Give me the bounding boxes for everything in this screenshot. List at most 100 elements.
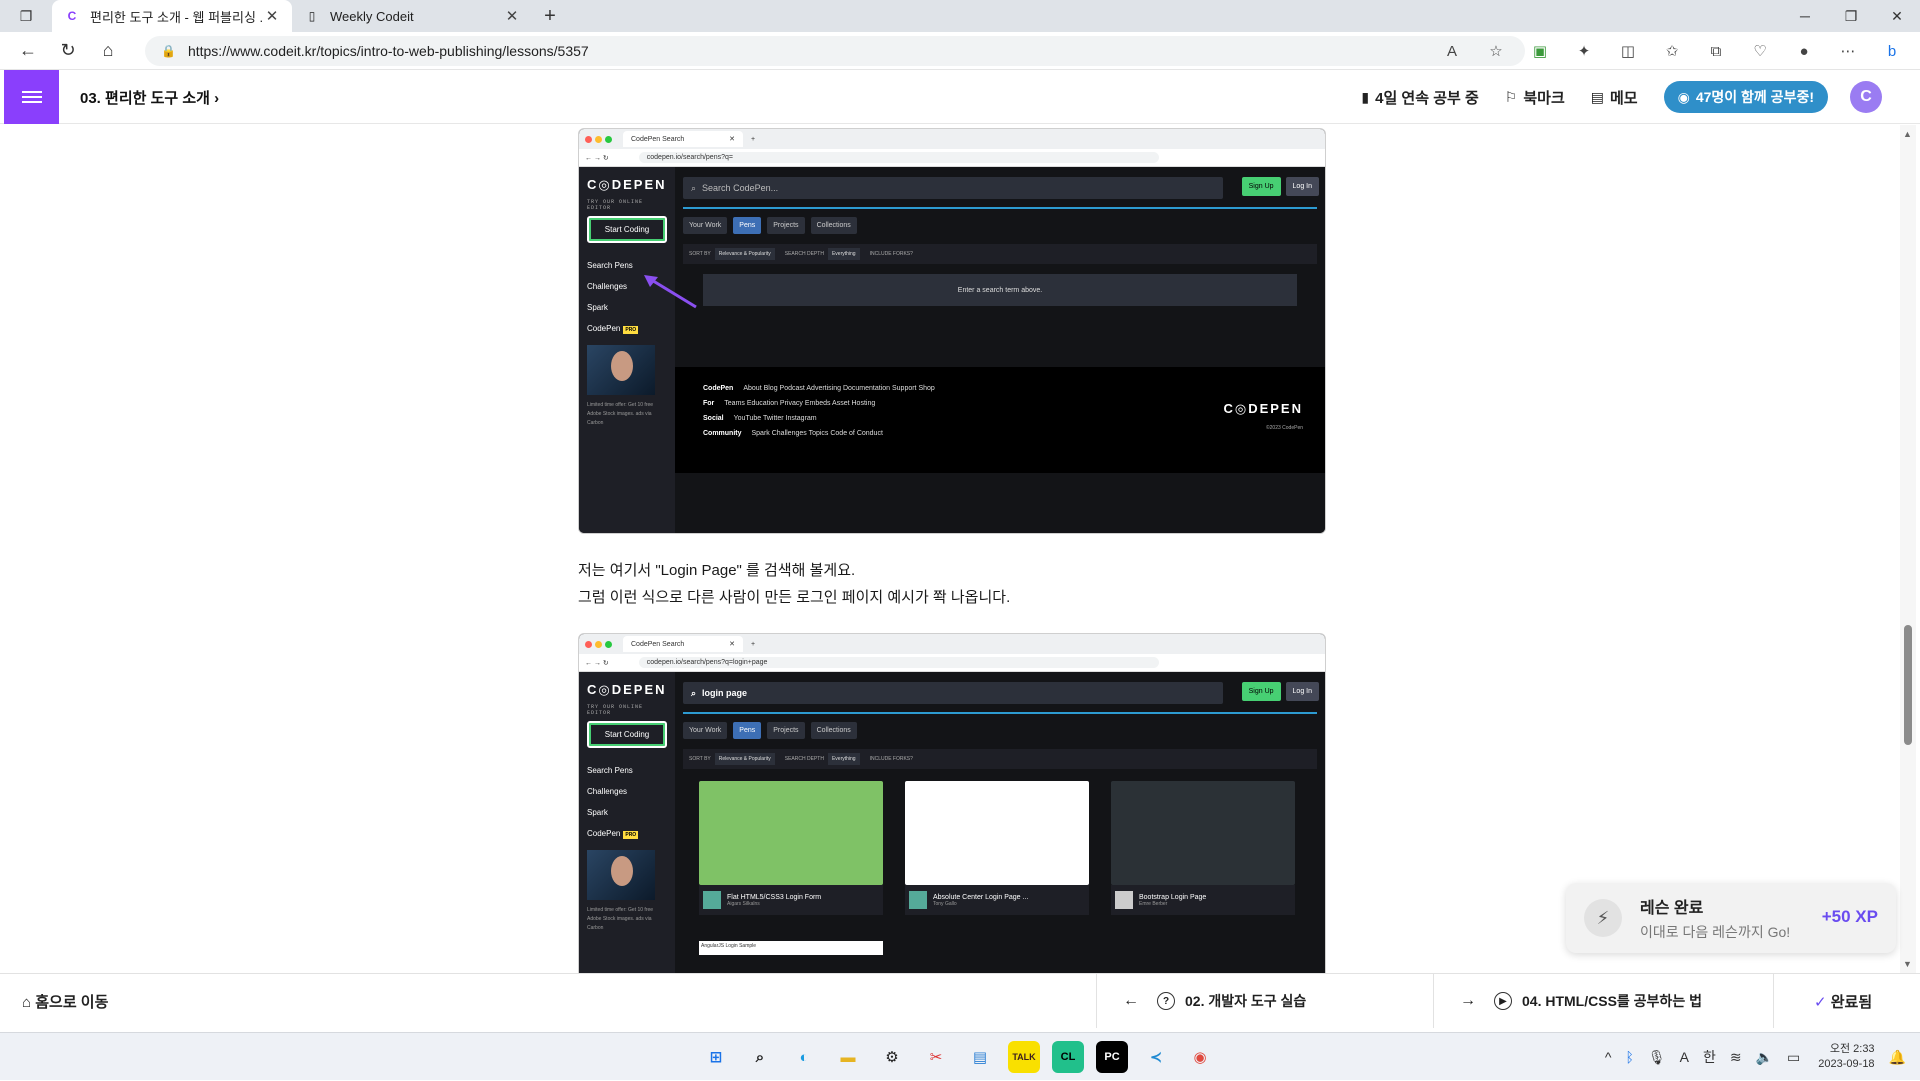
read-aloud-icon[interactable]: A (1430, 43, 1474, 60)
sort-select: Relevance & Popularity (714, 753, 775, 765)
login-button: Log In (1285, 177, 1319, 196)
puzzle-icon[interactable]: ✦ (1562, 42, 1606, 60)
menu-button[interactable] (4, 70, 59, 124)
signup-button: Sign Up (1241, 682, 1281, 701)
footer-for: For (703, 400, 715, 407)
bing-icon[interactable]: b (1870, 43, 1914, 60)
prev-lesson-button[interactable]: ← ? 02. 개발자 도구 실습 (1096, 974, 1434, 1028)
windows-taskbar: ⊞ ⌕ ◐ ▬ ⚙ ✂ ▤ TALK CL PC ≺ ◉ ^ ᛒ 🎙 A 한 ≋… (0, 1032, 1920, 1080)
chrome-icon[interactable]: ◉ (1184, 1041, 1216, 1073)
tab-lesson[interactable]: C 편리한 도구 소개 - 웹 퍼블리싱 ... ✕ (52, 0, 292, 32)
ime-indicator[interactable]: 한 (1703, 1047, 1716, 1067)
new-tab-button[interactable]: + (532, 0, 568, 32)
extension-icon[interactable]: ▣ (1518, 42, 1562, 60)
notepad-icon[interactable]: ▤ (964, 1041, 996, 1073)
next-lesson-button[interactable]: → ▶ 04. HTML/CSS를 공부하는 법 (1434, 974, 1774, 1028)
tab-collections: Collections (810, 722, 857, 739)
arrow-right-icon: → (1460, 992, 1476, 1009)
lesson-paragraph: 저는 여기서 "Login Page" 를 검색해 볼게요. 그럼 이런 식으로… (578, 557, 1010, 611)
split-screen-icon[interactable]: ◫ (1606, 42, 1650, 60)
tab-weekly-codeit[interactable]: ▯ Weekly Codeit ✕ (292, 0, 532, 32)
collections-icon[interactable]: ⧉ (1694, 43, 1738, 60)
bluetooth-icon[interactable]: ᛒ (1625, 1049, 1633, 1065)
avatar[interactable]: C (1850, 81, 1882, 113)
result-card: Flat HTML5/CSS3 Login Form Aigars Silkaln… (699, 781, 883, 915)
studying-now-label: 47명이 함께 공부중! (1695, 89, 1814, 105)
scroll-thumb[interactable] (1904, 625, 1912, 745)
lesson-complete-toast[interactable]: ⚡ 레슨 완료 이대로 다음 레슨까지 Go! +50 XP (1566, 883, 1896, 953)
settings-icon[interactable]: ⚙ (876, 1041, 908, 1073)
shot-url: codepen.io/search/pens?q=login+page (638, 657, 1159, 668)
profile-icon[interactable]: ● (1782, 43, 1826, 60)
start-coding-button: Start Coding (587, 721, 667, 748)
scroll-up-icon[interactable]: ▲ (1903, 129, 1912, 139)
snipping-tool-icon[interactable]: ✂ (920, 1041, 952, 1073)
tab-projects: Projects (767, 722, 805, 739)
clion-icon[interactable]: CL (1052, 1041, 1084, 1073)
favorites-icon[interactable]: ✩ (1650, 42, 1694, 60)
battery-icon[interactable]: ▭ (1787, 1049, 1800, 1066)
page-scrollbar[interactable]: ▲ ▼ (1900, 125, 1916, 973)
home-label: 홈으로 이동 (35, 994, 109, 1011)
refresh-icon[interactable]: ↻ (48, 32, 88, 70)
side-link-spark: Spark (587, 808, 608, 817)
streak[interactable]: ▮ 4일 연속 공부 중 (1361, 87, 1478, 108)
header-actions: ▮ 4일 연속 공부 중 ⚐ 북마크 ▤ 메모 ◉ 47명이 함께 공부중! C (1361, 70, 1920, 124)
tab-actions-icon[interactable]: ❐ (0, 0, 52, 32)
codepen-logo: C◎DEPEN (587, 682, 667, 697)
browser-tab-bar: ❐ C 편리한 도구 소개 - 웹 퍼블리싱 ... ✕ ▯ Weekly Co… (0, 0, 1920, 32)
home-button[interactable]: ⌂ 홈으로 이동 (22, 991, 108, 1012)
clock[interactable]: 오전 2:33 2023-09-18 (1818, 1042, 1874, 1072)
vscode-icon[interactable]: ≺ (1140, 1041, 1172, 1073)
codeit-favicon-icon: C (67, 9, 77, 23)
tab-pens: Pens (733, 217, 762, 234)
sort-select: Relevance & Popularity (714, 248, 775, 260)
bookmark-button[interactable]: ⚐ 북마크 (1505, 87, 1565, 108)
close-window-icon[interactable]: ✕ (1874, 0, 1920, 32)
complete-button[interactable]: ✓ 완료됨 (1814, 991, 1872, 1012)
codepen-sidebar: C◎DEPEN TRY OUR ONLINE EDITOR Start Codi… (579, 167, 675, 533)
close-tab-icon[interactable]: ✕ (264, 7, 280, 25)
url-field[interactable]: 🔒 https://www.codeit.kr/topics/intro-to-… (145, 36, 1525, 66)
wifi-icon[interactable]: ≋ (1730, 1049, 1742, 1066)
font-icon[interactable]: A (1680, 1049, 1689, 1065)
search-icon[interactable]: ⌕ (744, 1041, 776, 1073)
chevron-up-icon[interactable]: ^ (1605, 1049, 1612, 1065)
pycharm-icon[interactable]: PC (1096, 1041, 1128, 1073)
forks-label: INCLUDE FORKS? (869, 756, 913, 762)
volume-icon[interactable]: 🔈 (1756, 1049, 1773, 1066)
windows-start-icon[interactable]: ⊞ (700, 1041, 732, 1073)
codepen-sidebar: C◎DEPEN TRY OUR ONLINE EDITOR Start Codi… (579, 672, 675, 973)
studying-now-pill[interactable]: ◉ 47명이 함께 공부중! (1663, 81, 1828, 113)
result-card: Absolute Center Login Page ... Tony Gallo (905, 781, 1089, 915)
depth-select: Everything (827, 248, 860, 260)
search-value: login page (702, 688, 748, 698)
tab-title: 편리한 도구 소개 - 웹 퍼블리싱 ... (90, 9, 264, 25)
tab-pens: Pens (733, 722, 762, 739)
kakaotalk-icon[interactable]: TALK (1008, 1041, 1040, 1073)
minimize-icon[interactable]: ─ (1782, 0, 1828, 32)
side-link-search-pens: Search Pens (587, 261, 633, 270)
breadcrumb[interactable]: 03. 편리한 도구 소개 › (80, 87, 219, 108)
tab-projects: Projects (767, 217, 805, 234)
shot-url-bar: ← → ↻ codepen.io/search/pens?q=login+page (579, 654, 1325, 672)
memo-button[interactable]: ▤ 메모 (1591, 87, 1638, 108)
search-message: Enter a search term above. (703, 274, 1297, 306)
close-tab-icon[interactable]: ✕ (504, 7, 520, 25)
scroll-down-icon[interactable]: ▼ (1903, 959, 1912, 969)
favorite-star-icon[interactable]: ☆ (1474, 42, 1518, 60)
performance-icon[interactable]: ♡ (1738, 42, 1782, 60)
restore-icon[interactable]: ❐ (1828, 0, 1874, 32)
more-icon[interactable]: ⋯ (1826, 42, 1870, 60)
start-coding-button: Start Coding (587, 216, 667, 243)
footer-codepen-links: About Blog Podcast Advertising Documenta… (743, 385, 935, 392)
file-explorer-icon[interactable]: ▬ (832, 1041, 864, 1073)
paragraph-line-2: 그럼 이런 식으로 다른 사람이 만든 로그인 페이지 예시가 쫙 나옵니다. (578, 589, 1011, 606)
microphone-icon[interactable]: 🎙 (1648, 1049, 1666, 1066)
notification-icon[interactable]: 🔔 (1889, 1049, 1906, 1066)
codepen-label: CodePen (587, 829, 621, 838)
side-link-challenges: Challenges (587, 787, 628, 796)
back-icon[interactable]: ← (8, 32, 48, 70)
home-icon[interactable]: ⌂ (88, 32, 128, 70)
edge-icon[interactable]: ◐ (788, 1041, 820, 1073)
